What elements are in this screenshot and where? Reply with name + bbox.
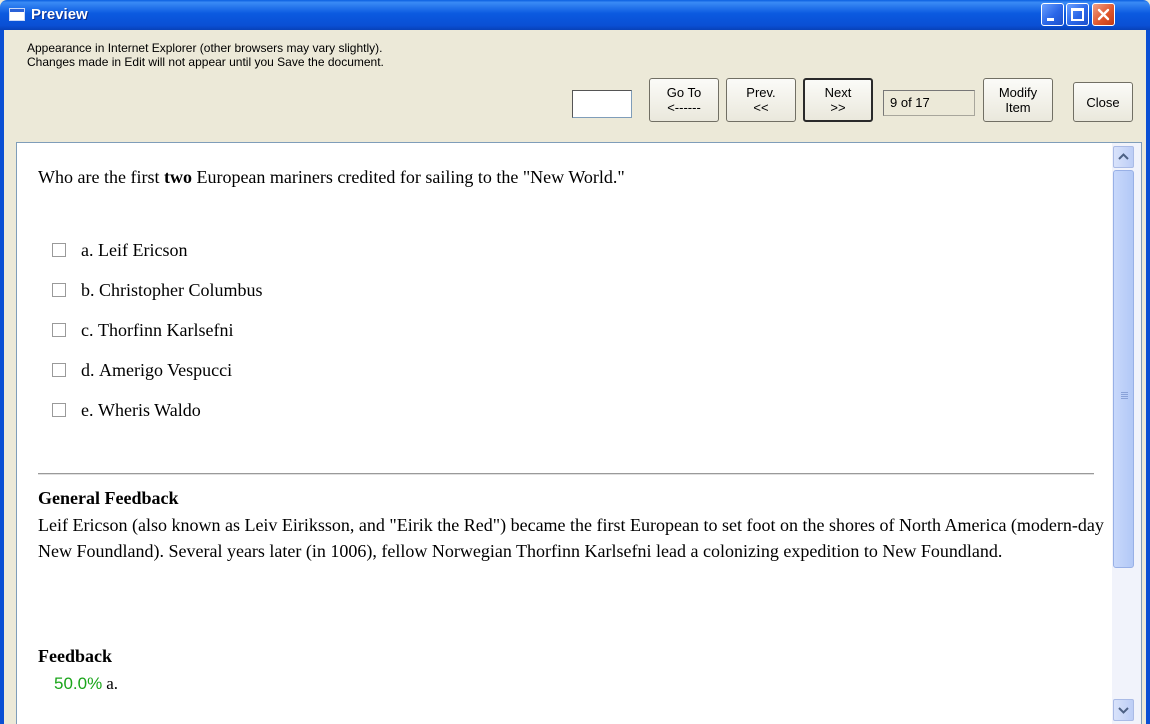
goto-arrow: <------ xyxy=(667,100,701,115)
preview-content: Who are the first two European mariners … xyxy=(16,142,1142,724)
item-counter: 9 of 17 xyxy=(883,90,975,116)
next-arrow: >> xyxy=(830,100,846,115)
preview-info-text: Appearance in Internet Explorer (other b… xyxy=(27,41,384,69)
choice-checkbox[interactable] xyxy=(52,403,66,417)
close-icon xyxy=(1097,8,1110,21)
feedback-title: Feedback xyxy=(38,646,112,666)
close-label: Close xyxy=(1086,94,1120,110)
info-line-1: Appearance in Internet Explorer (other b… xyxy=(27,41,383,55)
scroll-up-button[interactable] xyxy=(1113,146,1134,168)
feedback-row: 50.0% a. xyxy=(54,674,118,694)
choice-text: Wheris Waldo xyxy=(98,399,201,420)
choice-e[interactable]: e. Wheris Waldo xyxy=(52,399,201,421)
question-text-after: European mariners credited for sailing t… xyxy=(191,167,625,187)
window-icon xyxy=(9,8,25,21)
question-text: Who are the first two European mariners … xyxy=(38,167,625,188)
choice-checkbox[interactable] xyxy=(52,323,66,337)
question-emphasis: two xyxy=(163,167,192,187)
prev-button[interactable]: Prev. << xyxy=(726,78,796,122)
scroll-thumb[interactable] xyxy=(1113,170,1134,568)
choice-checkbox[interactable] xyxy=(52,243,66,257)
window-frame-right xyxy=(1146,30,1150,724)
next-button[interactable]: Next >> xyxy=(803,78,873,122)
choice-text: Thorfinn Karlsefni xyxy=(98,319,234,340)
choice-c[interactable]: c. Thorfinn Karlsefni xyxy=(52,319,233,341)
window-frame-left xyxy=(0,30,4,724)
choice-a[interactable]: a. Leif Ericson xyxy=(52,239,187,261)
minimize-icon xyxy=(1047,18,1054,21)
close-window-button[interactable] xyxy=(1092,3,1115,26)
choice-text: Christopher Columbus xyxy=(99,279,263,300)
choice-letter: b. xyxy=(81,279,95,300)
chevron-up-icon xyxy=(1118,153,1129,160)
close-button[interactable]: Close xyxy=(1073,82,1133,122)
title-bar[interactable]: Preview xyxy=(0,0,1150,30)
prev-label: Prev. xyxy=(746,85,776,100)
choice-letter: a. xyxy=(81,239,94,260)
choice-d[interactable]: d. Amerigo Vespucci xyxy=(52,359,232,381)
info-line-2: Changes made in Edit will not appear unt… xyxy=(27,55,384,69)
modify-label-item: Item xyxy=(1005,100,1031,115)
choice-text: Leif Ericson xyxy=(98,239,188,260)
next-label: Next xyxy=(824,85,852,100)
goto-button[interactable]: Go To <------ xyxy=(649,78,719,122)
maximize-button[interactable] xyxy=(1066,3,1089,26)
prev-arrow: << xyxy=(753,100,769,115)
choice-letter: d. xyxy=(81,359,95,380)
scroll-down-button[interactable] xyxy=(1113,699,1134,721)
window-title: Preview xyxy=(31,6,88,23)
feedback-letter: a. xyxy=(106,674,118,693)
chevron-down-icon xyxy=(1118,707,1129,714)
choice-letter: e. xyxy=(81,399,94,420)
section-divider xyxy=(38,473,1094,475)
choice-checkbox[interactable] xyxy=(52,283,66,297)
choice-text: Amerigo Vespucci xyxy=(99,359,233,380)
general-feedback-text: Leif Ericson (also known as Leiv Eirikss… xyxy=(38,515,1104,561)
modify-item-button[interactable]: Modify Item xyxy=(983,78,1053,122)
feedback-percent: 50.0% xyxy=(54,674,103,693)
question-text-before: Who are the first xyxy=(38,167,164,187)
grip-icon xyxy=(1121,392,1128,400)
minimize-button[interactable] xyxy=(1041,3,1064,26)
choice-letter: c. xyxy=(81,319,94,340)
goto-item-input[interactable] xyxy=(572,90,632,118)
general-feedback-title: General Feedback xyxy=(38,488,179,508)
modify-label: Modify xyxy=(998,85,1038,100)
choice-b[interactable]: b. Christopher Columbus xyxy=(52,279,263,301)
vertical-scrollbar[interactable] xyxy=(1112,143,1141,724)
goto-label: Go To xyxy=(666,85,702,100)
maximize-icon xyxy=(1071,8,1084,21)
choice-checkbox[interactable] xyxy=(52,363,66,377)
